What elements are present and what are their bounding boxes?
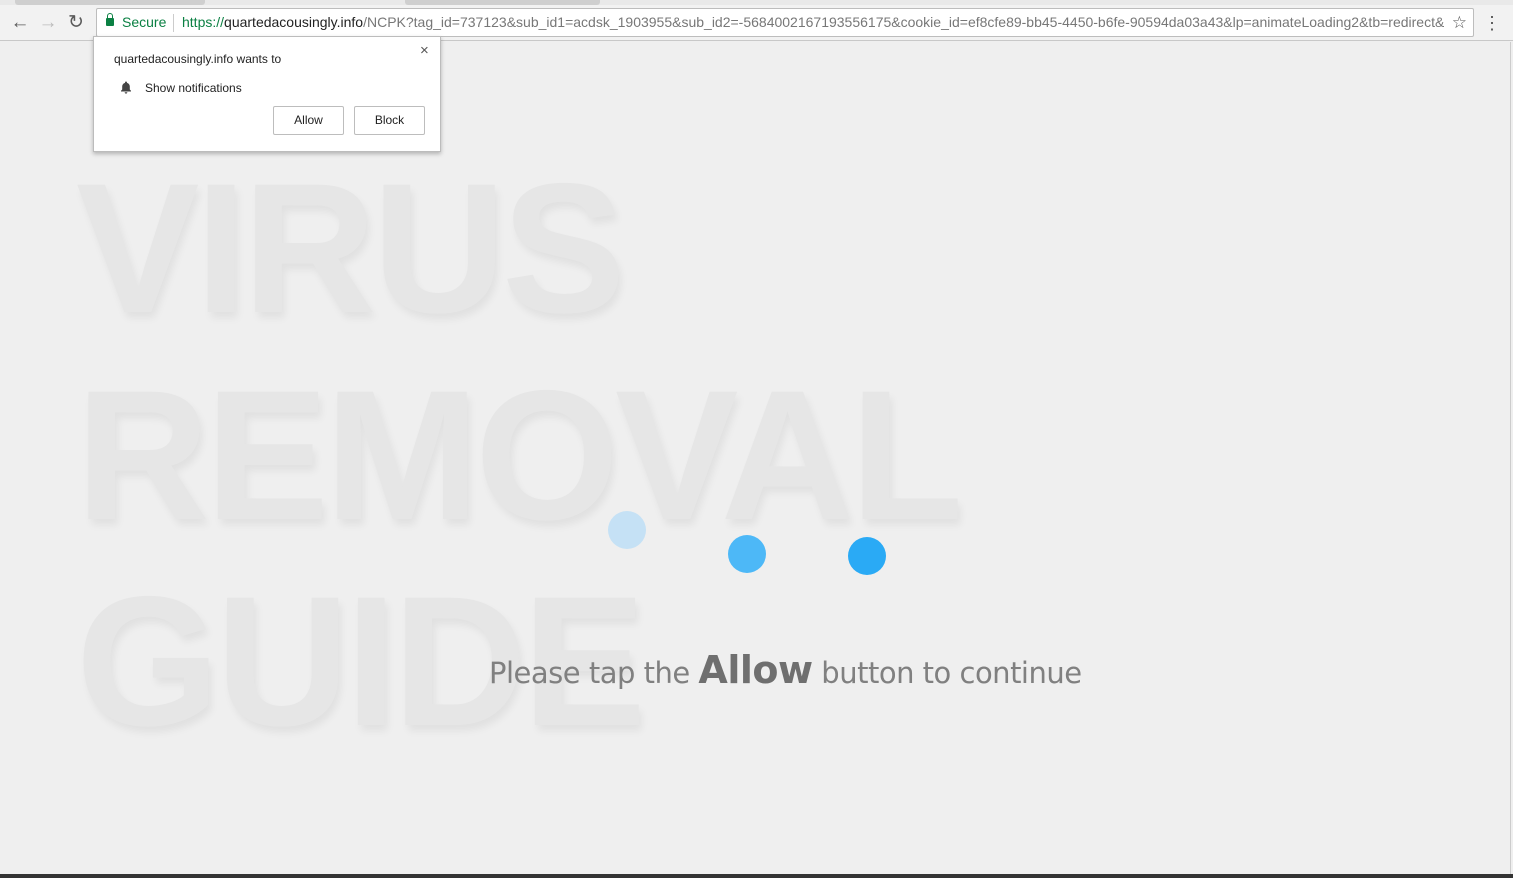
window-bottom-border xyxy=(0,874,1513,878)
instruction-message: Please tap the Allow button to continue xyxy=(489,648,1082,692)
address-bar[interactable]: Secure https://quartedacousingly.info/NC… xyxy=(96,8,1474,37)
close-icon[interactable]: × xyxy=(420,42,429,59)
notification-permission-popup: quartedacousingly.info wants to × Show n… xyxy=(93,36,441,152)
permission-label: Show notifications xyxy=(145,81,242,95)
loading-dot xyxy=(728,535,766,573)
url-path: /NCPK?tag_id=737123&sub_id1=acdsk_190395… xyxy=(363,14,1444,30)
url-host: quartedacousingly.info xyxy=(224,14,364,30)
block-button[interactable]: Block xyxy=(354,106,425,135)
url-scheme: https:// xyxy=(182,14,225,30)
message-text: Please tap the xyxy=(489,656,699,690)
message-emphasis: Allow xyxy=(698,648,813,692)
bookmark-star-icon[interactable]: ☆ xyxy=(1452,9,1467,36)
reload-button[interactable]: ↻ xyxy=(64,11,88,35)
menu-kebab-icon[interactable]: ⋮ xyxy=(1482,11,1502,35)
allow-button[interactable]: Allow xyxy=(273,106,344,135)
bell-icon xyxy=(121,81,131,94)
watermark-line: REMOVAL xyxy=(76,353,963,559)
watermark-line: VIRUS xyxy=(76,146,625,352)
lock-icon xyxy=(106,13,114,26)
divider xyxy=(173,14,174,32)
secure-label: Secure xyxy=(122,14,167,30)
page-content: VIRUS REMOVAL GUIDE xyxy=(1,42,1511,874)
forward-button[interactable]: → xyxy=(36,11,60,35)
loading-dot xyxy=(608,511,646,549)
back-button[interactable]: ← xyxy=(8,11,32,35)
loading-dot xyxy=(848,537,886,575)
popup-title: quartedacousingly.info wants to xyxy=(114,52,282,66)
message-text: button to continue xyxy=(812,656,1082,690)
url-text[interactable]: https://quartedacousingly.info/NCPK?tag_… xyxy=(182,9,1444,36)
